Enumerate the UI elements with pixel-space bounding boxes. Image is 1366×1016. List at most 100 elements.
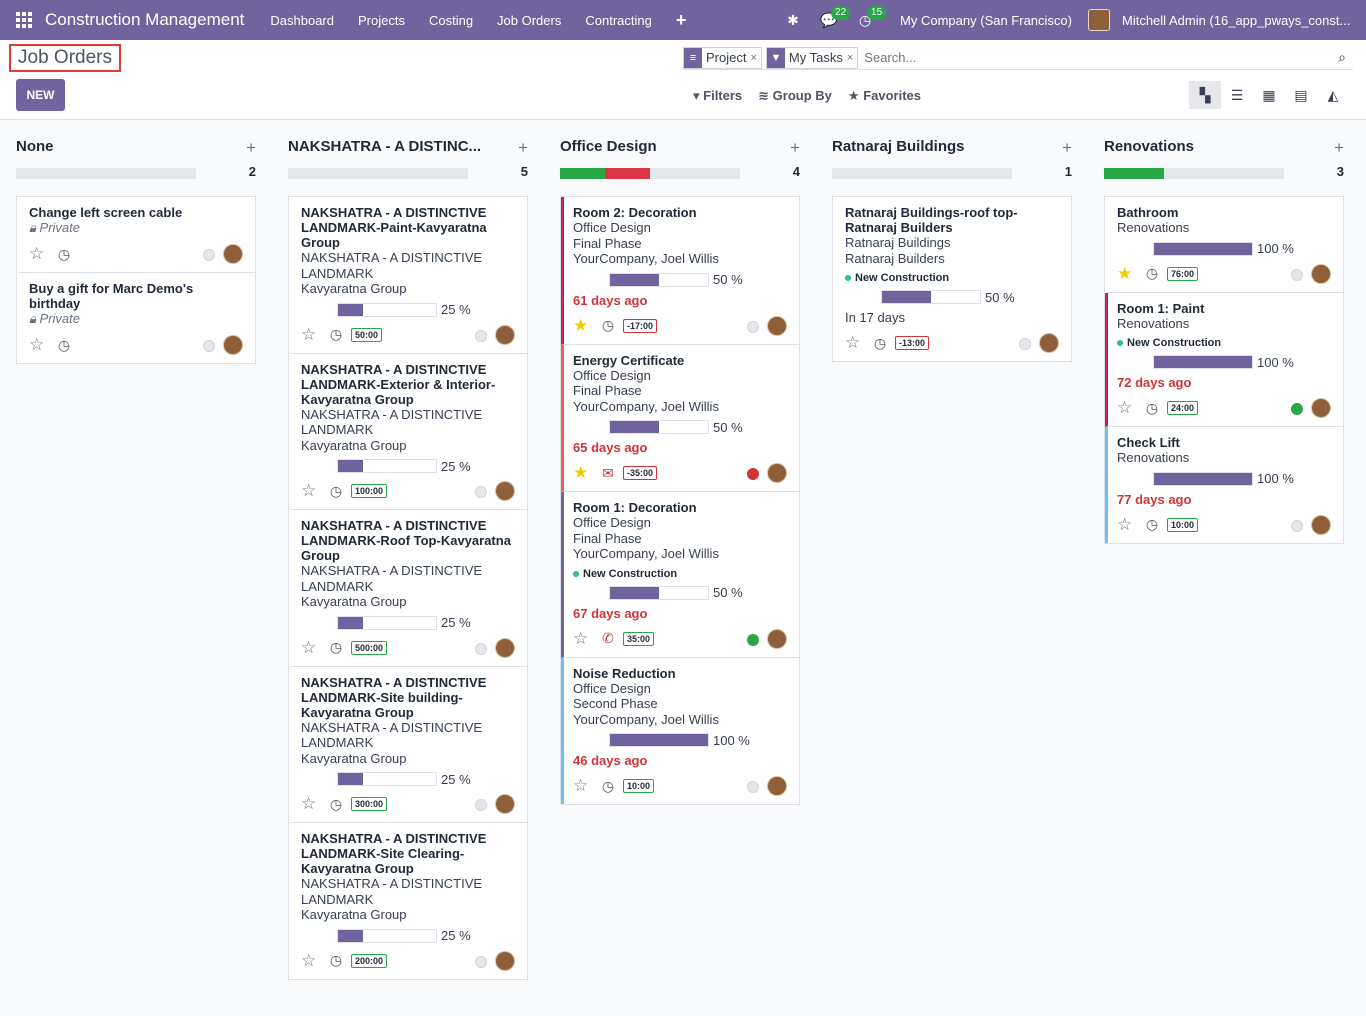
kanban-state-dot[interactable] bbox=[747, 468, 759, 480]
kanban-state-dot[interactable] bbox=[747, 781, 759, 793]
column-title[interactable]: Office Design bbox=[560, 138, 657, 158]
new-button[interactable]: NEW bbox=[16, 79, 65, 111]
task-card[interactable]: NAKSHATRA - A DISTINCTIVE LANDMARK-Paint… bbox=[289, 197, 527, 354]
debug-bug-icon[interactable]: ✱ bbox=[778, 0, 808, 40]
assignee-avatar[interactable] bbox=[495, 950, 515, 971]
column-quick-add-icon[interactable]: + bbox=[790, 138, 800, 158]
task-card[interactable]: Noise Reduction Office Design Second Phase… bbox=[561, 657, 799, 804]
priority-star-icon[interactable]: ☆ bbox=[573, 629, 593, 649]
priority-star-icon[interactable]: ☆ bbox=[1117, 398, 1137, 418]
kanban-state-dot[interactable] bbox=[747, 633, 759, 646]
task-card[interactable]: Bathroom Renovations 100 % ★ ◷ 76:00 bbox=[1105, 197, 1343, 293]
assignee-avatar[interactable] bbox=[767, 628, 787, 649]
activity-clock-icon[interactable]: ◷ bbox=[55, 246, 73, 263]
kanban-state-dot[interactable] bbox=[1291, 403, 1303, 415]
column-quick-add-icon[interactable]: + bbox=[518, 138, 528, 158]
task-card[interactable]: Ratnaraj Buildings-roof top-Ratnaraj Bui… bbox=[833, 197, 1071, 361]
column-title[interactable]: NAKSHATRA - A DISTINC... bbox=[288, 138, 481, 158]
list-view-icon[interactable]: ☰ bbox=[1221, 81, 1253, 109]
task-card[interactable]: Buy a gift for Marc Demo's birthday 🔒︎ Pr… bbox=[17, 273, 255, 363]
priority-star-icon[interactable]: ☆ bbox=[29, 335, 49, 355]
quick-create-plus-icon[interactable]: + bbox=[664, 10, 699, 31]
priority-star-icon[interactable]: ☆ bbox=[845, 333, 865, 353]
filters-dropdown[interactable]: ▾ Filters bbox=[693, 88, 742, 104]
menu-projects[interactable]: Projects bbox=[346, 13, 417, 28]
task-card[interactable]: Check Lift Renovations 100 % 77 days ago ☆ ◷ 1… bbox=[1105, 427, 1343, 543]
facet-remove-icon[interactable]: × bbox=[847, 52, 857, 64]
activity-clock-icon[interactable]: ◷ bbox=[327, 639, 345, 656]
facet-my-tasks[interactable]: ▼ My Tasks × bbox=[765, 46, 859, 69]
column-progress-bar[interactable] bbox=[16, 168, 196, 179]
priority-star-icon[interactable]: ★ bbox=[573, 316, 593, 336]
assignee-avatar[interactable] bbox=[223, 335, 243, 355]
phone-icon[interactable]: ✆ bbox=[599, 630, 617, 647]
group-by-dropdown[interactable]: ≋ Group By bbox=[758, 88, 832, 104]
activity-clock-icon[interactable]: ◷ bbox=[327, 483, 345, 500]
menu-contracting[interactable]: Contracting bbox=[573, 13, 663, 28]
kanban-state-dot[interactable] bbox=[203, 249, 215, 261]
graph-view-icon[interactable]: ◭ bbox=[1317, 81, 1349, 109]
assignee-avatar[interactable] bbox=[767, 315, 787, 336]
assignee-avatar[interactable] bbox=[1311, 514, 1331, 535]
priority-star-icon[interactable]: ☆ bbox=[301, 325, 321, 345]
column-quick-add-icon[interactable]: + bbox=[1334, 138, 1344, 158]
facet-project[interactable]: ≡ Project × bbox=[683, 46, 762, 69]
column-title[interactable]: Renovations bbox=[1104, 138, 1194, 158]
calendar-view-icon[interactable]: ▦ bbox=[1253, 81, 1285, 109]
activity-clock-icon[interactable]: ◷ bbox=[55, 337, 73, 354]
assignee-avatar[interactable] bbox=[1311, 263, 1331, 284]
kanban-state-dot[interactable] bbox=[475, 329, 487, 342]
priority-star-icon[interactable]: ☆ bbox=[301, 638, 321, 658]
activity-clock-icon[interactable]: ◷ bbox=[327, 952, 345, 969]
task-card[interactable]: Room 1: Paint Renovations New Construction… bbox=[1105, 292, 1343, 427]
activity-clock-icon[interactable]: ◷ bbox=[327, 796, 345, 813]
task-card[interactable]: Energy Certificate Office Design Final Pha… bbox=[561, 344, 799, 492]
priority-star-icon[interactable]: ☆ bbox=[1117, 515, 1137, 535]
column-quick-add-icon[interactable]: + bbox=[246, 138, 256, 158]
activity-clock-icon[interactable]: ◷ bbox=[599, 778, 617, 795]
menu-job-orders[interactable]: Job Orders bbox=[485, 13, 573, 28]
assignee-avatar[interactable] bbox=[495, 794, 515, 814]
facet-remove-icon[interactable]: × bbox=[750, 52, 760, 64]
task-card[interactable]: Room 1: Decoration Office Design Final Pha… bbox=[561, 492, 799, 658]
task-card[interactable]: Room 2: Decoration Office Design Final Pha… bbox=[561, 197, 799, 345]
assignee-avatar[interactable] bbox=[495, 637, 515, 658]
search-input[interactable] bbox=[862, 50, 1331, 65]
company-switcher[interactable]: My Company (San Francisco) bbox=[900, 13, 1072, 28]
column-progress-bar[interactable] bbox=[560, 168, 740, 179]
kanban-view-icon[interactable]: ▚ bbox=[1189, 81, 1221, 109]
favorites-dropdown[interactable]: ★ Favorites bbox=[848, 88, 921, 104]
column-title[interactable]: Ratnaraj Buildings bbox=[832, 138, 965, 158]
assignee-avatar[interactable] bbox=[495, 481, 515, 501]
kanban-state-dot[interactable] bbox=[475, 642, 487, 655]
kanban-state-dot[interactable] bbox=[475, 955, 487, 968]
app-brand[interactable]: Construction Management bbox=[45, 10, 244, 30]
column-progress-bar[interactable] bbox=[1104, 168, 1284, 179]
menu-costing[interactable]: Costing bbox=[417, 13, 485, 28]
task-card[interactable]: Change left screen cable 🔒︎ Private ☆ ◷ bbox=[17, 197, 255, 273]
task-card[interactable]: NAKSHATRA - A DISTINCTIVE LANDMARK-Exter… bbox=[289, 354, 527, 510]
search-icon[interactable]: ⌕ bbox=[1331, 49, 1353, 66]
activity-clock-icon[interactable]: ◷ bbox=[1143, 265, 1161, 282]
activity-clock-icon[interactable]: ◷ bbox=[327, 326, 345, 343]
column-quick-add-icon[interactable]: + bbox=[1062, 138, 1072, 158]
user-avatar[interactable] bbox=[1088, 9, 1110, 31]
kanban-state-dot[interactable] bbox=[203, 340, 215, 352]
priority-star-icon[interactable]: ☆ bbox=[301, 794, 321, 814]
task-card[interactable]: NAKSHATRA - A DISTINCTIVE LANDMARK-Site … bbox=[289, 667, 527, 823]
assignee-avatar[interactable] bbox=[767, 463, 787, 483]
priority-star-icon[interactable]: ☆ bbox=[301, 481, 321, 501]
priority-star-icon[interactable]: ☆ bbox=[29, 244, 49, 264]
activity-clock-icon[interactable]: ◷ bbox=[871, 335, 889, 352]
kanban-state-dot[interactable] bbox=[1019, 338, 1031, 350]
progress-segment[interactable] bbox=[1104, 168, 1164, 179]
kanban-state-dot[interactable] bbox=[1291, 519, 1303, 532]
activity-clock-icon[interactable]: ◷ 15 bbox=[850, 0, 887, 40]
assignee-avatar[interactable] bbox=[1039, 333, 1059, 353]
assignee-avatar[interactable] bbox=[223, 244, 243, 264]
activity-clock-icon[interactable]: ◷ bbox=[1143, 516, 1161, 533]
column-title[interactable]: None bbox=[16, 138, 54, 158]
pivot-view-icon[interactable]: ▤ bbox=[1285, 81, 1317, 109]
chat-icon[interactable]: 💬 22 bbox=[814, 0, 851, 40]
assignee-avatar[interactable] bbox=[1311, 398, 1331, 418]
